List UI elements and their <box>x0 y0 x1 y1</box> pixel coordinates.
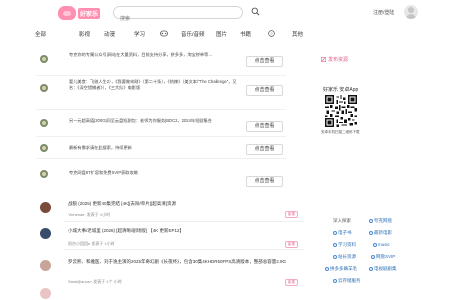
user-avatar-icon <box>40 170 48 178</box>
tag-dot-icon <box>369 266 373 271</box>
tag-dot-icon <box>369 218 373 223</box>
tag-item[interactable]: 站长资源 <box>333 254 356 260</box>
tag-dot-icon <box>333 254 337 259</box>
tag-dot-icon <box>333 242 337 247</box>
publish-resource-link[interactable]: 发布资源 <box>321 56 348 63</box>
nav-item-all[interactable]: 全部 <box>35 30 46 38</box>
tag-explore[interactable]: 深入探索 <box>333 218 351 224</box>
post-thumbnail <box>40 288 51 299</box>
divider <box>64 249 304 250</box>
tag-dot-icon <box>369 230 373 235</box>
nav-item-other[interactable]: 其他 <box>292 30 303 38</box>
search-icon[interactable] <box>251 7 260 16</box>
feed-row-text[interactable]: 另一元超高值|200G|同至云盘短剧包：老师为你服务|BDC2，2024年短剧集… <box>69 118 237 124</box>
user-avatar-icon <box>40 119 48 127</box>
divider <box>36 136 286 137</box>
app-download-title: 好家乐 安卓App <box>323 87 359 93</box>
feed-row-text[interactable]: 婴儿美食：飞驰人生2），《我要做宋刚》（第二十条），《热辣》（美文本/“The … <box>69 79 237 91</box>
list-item-meta: 阳台小团团e 发表于 1小时 <box>68 241 115 246</box>
nav-item-books[interactable]: 书籍 <box>240 30 251 38</box>
category-badge[interactable]: 影视 <box>285 241 298 248</box>
view-button[interactable]: 点击查看 <box>246 121 283 132</box>
category-badge[interactable]: 影视 <box>285 211 298 218</box>
divider <box>36 75 286 76</box>
tag-dot-icon <box>371 254 375 259</box>
login-link[interactable]: 注册/登陆 <box>373 9 394 16</box>
announcement-feed: 夸克你的专属公众号|网站在大量资料，目前支持分享，拼多多，淘宝拼单等… 点击查看… <box>28 48 320 208</box>
publish-label: 发布资源 <box>328 57 349 63</box>
avatar[interactable] <box>404 5 418 19</box>
view-button[interactable]: 点击查看 <box>246 85 283 96</box>
list-item-title[interactable]: 罗云熙、和雅医、刘于逸主演的2025年奇幻剧《长夜终》，包含30集4KHDR50… <box>68 258 298 265</box>
tag-dot-icon <box>333 230 337 235</box>
tag-item[interactable]: 最新电影 <box>369 230 392 236</box>
logo-text: 好家乐 <box>78 7 101 19</box>
divider <box>36 158 286 159</box>
tag-item[interactable]: 夸克网盘 <box>369 218 392 224</box>
post-thumbnail <box>40 202 51 213</box>
nav-item-study[interactable]: 学习 <box>134 30 145 38</box>
post-thumbnail <box>40 228 51 239</box>
list-item-title[interactable]: 战狼 (2025) 更新40集完结 [4K][去除/单片][超高清]资源 <box>68 201 176 207</box>
search-box[interactable] <box>113 6 243 25</box>
tag-item[interactable]: 电视剧剧集 <box>369 266 397 272</box>
search-input[interactable] <box>114 13 242 25</box>
tag-item[interactable]: music <box>373 242 390 248</box>
user-avatar-icon <box>40 84 48 92</box>
category-badge[interactable]: 影视 <box>285 279 298 286</box>
user-avatar-icon <box>40 55 48 63</box>
user-avatar-icon <box>40 144 48 152</box>
nav-item-images[interactable]: 图片 <box>216 30 227 38</box>
tag-item[interactable]: 拼多多薅羊毛 <box>325 266 357 272</box>
help-circle-icon[interactable]: ? <box>268 30 275 37</box>
site-logo[interactable]: 好家乐 <box>58 4 106 22</box>
gamepad-icon[interactable] <box>160 30 168 37</box>
feed-row-text[interactable]: 夸克你的专属公众号|网站在大量资料，目前支持分享，拼多多，淘宝拼单等… <box>69 52 237 58</box>
tag-dot-icon <box>373 242 377 247</box>
divider <box>64 221 304 222</box>
view-button[interactable]: 点击查看 <box>246 56 283 67</box>
qr-code[interactable] <box>325 95 357 127</box>
tag-item[interactable]: 电子书 <box>333 230 352 236</box>
view-button[interactable]: 点击查看 <box>246 144 283 155</box>
category-nav: 全部 影视 动漫 学习 音乐/音频 图片 书籍 ? 其他 <box>0 28 456 40</box>
divider <box>36 109 286 110</box>
edit-icon <box>321 57 326 62</box>
feed-row-text[interactable]: 最新有需求请在此搜索，持续更新 <box>69 145 237 151</box>
tag-item[interactable]: 学习资料 <box>333 242 356 248</box>
nav-item-anime[interactable]: 动漫 <box>104 30 115 38</box>
tag-dot-icon <box>325 266 329 271</box>
tag-item[interactable]: 云存储服务 <box>333 278 361 284</box>
post-thumbnail <box>40 260 51 271</box>
qr-caption: 安卓手机扫描二维码下载 <box>321 130 360 134</box>
nav-item-movies[interactable]: 影视 <box>79 30 90 38</box>
tag-item[interactable]: 网盘SVIP <box>371 254 395 260</box>
svg-text:?: ? <box>270 31 273 36</box>
feed-row-text[interactable]: 夸克网盘8T扩容和免费SVIP获取攻略 <box>69 170 237 176</box>
view-button[interactable]: 点击查看 <box>246 176 283 187</box>
list-item-title[interactable]: 小城大事/老城里 (2026) [超清晰/剧场版] 【4K 更新EP12】 <box>68 228 184 234</box>
list-item-meta: Saint@anus+ 发表于 1个 小时 <box>68 279 122 284</box>
pig-logo-icon <box>58 6 76 20</box>
header: 好家乐 注册/登陆 <box>0 0 456 26</box>
nav-item-music[interactable]: 音乐/音频 <box>181 30 205 38</box>
list-item-meta: Yichenae. 发表于 1小时 <box>68 212 111 217</box>
tag-dot-icon <box>333 278 337 283</box>
